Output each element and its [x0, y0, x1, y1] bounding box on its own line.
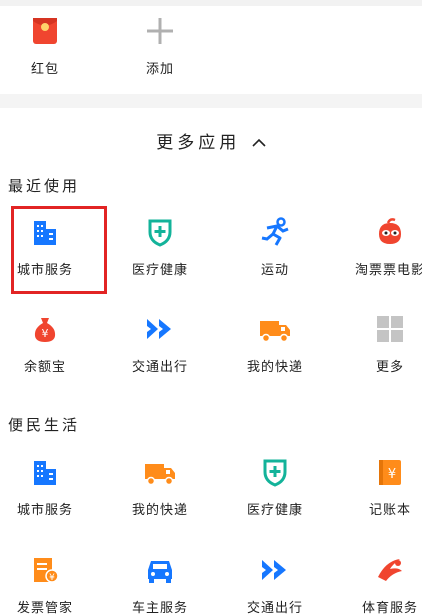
app-label: 医疗健康: [246, 503, 303, 518]
city-building-icon: [28, 455, 62, 489]
svg-text:¥: ¥: [42, 327, 49, 340]
app-red-envelope[interactable]: 红包: [0, 14, 95, 77]
app-label: 车主服务: [131, 601, 188, 616]
car-icon: [143, 553, 177, 587]
app-label: 发票管家: [16, 601, 73, 616]
highlight-box: [11, 206, 107, 294]
app-label: 医疗健康: [131, 263, 188, 278]
more-apps-title: 更多应用: [156, 133, 241, 153]
red-envelope-icon: [28, 14, 62, 48]
app-invoice[interactable]: ¥ 发票管家: [0, 553, 95, 616]
app-label: 体育服务: [361, 601, 418, 616]
medical-shield-icon: [143, 215, 177, 249]
double-chevron-icon: [143, 312, 177, 346]
life-section-title: 便民生活: [8, 416, 81, 434]
delivery-truck-icon: [258, 312, 292, 346]
recent-section-title: 最近使用: [8, 177, 81, 195]
delivery-truck-icon: [143, 455, 177, 489]
section-divider: [0, 94, 422, 108]
app-express[interactable]: 我的快递: [110, 455, 210, 518]
chevron-up-icon: [252, 138, 266, 147]
app-label: 添加: [145, 62, 174, 77]
medical-shield-icon: [258, 455, 292, 489]
movie-ticket-icon: [373, 215, 407, 249]
grid-icon: [373, 312, 407, 346]
app-more[interactable]: 更多: [340, 312, 422, 375]
top-app-row: 红包 添加: [0, 6, 422, 94]
app-label: 淘票票电影: [354, 263, 422, 278]
app-transport[interactable]: 交通出行: [225, 553, 325, 616]
sports-icon: [373, 553, 407, 587]
app-label: 我的快递: [246, 360, 303, 375]
app-label: 记账本: [368, 503, 411, 518]
money-bag-icon: ¥: [28, 312, 62, 346]
svg-text:¥: ¥: [49, 573, 55, 583]
plus-icon: [143, 14, 177, 48]
app-label: 余额宝: [23, 360, 66, 375]
app-label: 交通出行: [246, 601, 303, 616]
app-sports-run[interactable]: 运动: [225, 215, 325, 278]
app-sports-service[interactable]: 体育服务: [340, 553, 422, 616]
svg-text:¥: ¥: [388, 467, 396, 482]
app-account-book[interactable]: ¥ 记账本: [340, 455, 422, 518]
app-movie-ticket[interactable]: 淘票票电影: [340, 215, 422, 278]
app-label: 运动: [260, 263, 289, 278]
running-person-icon: [258, 215, 292, 249]
app-car-service[interactable]: 车主服务: [110, 553, 210, 616]
app-medical-health[interactable]: 医疗健康: [110, 215, 210, 278]
account-book-icon: ¥: [373, 455, 407, 489]
app-label: 交通出行: [131, 360, 188, 375]
app-label: 红包: [30, 62, 59, 77]
app-label: 城市服务: [16, 503, 73, 518]
app-medical-health[interactable]: 医疗健康: [225, 455, 325, 518]
more-apps-toggle[interactable]: 更多应用: [0, 128, 422, 153]
app-add[interactable]: 添加: [110, 14, 210, 77]
app-label: 更多: [375, 360, 404, 375]
app-city-service[interactable]: 城市服务: [0, 455, 95, 518]
app-express[interactable]: 我的快递: [225, 312, 325, 375]
app-transport[interactable]: 交通出行: [110, 312, 210, 375]
double-chevron-icon: [258, 553, 292, 587]
app-yuebao[interactable]: ¥ 余额宝: [0, 312, 95, 375]
invoice-icon: ¥: [28, 553, 62, 587]
app-label: 我的快递: [131, 503, 188, 518]
